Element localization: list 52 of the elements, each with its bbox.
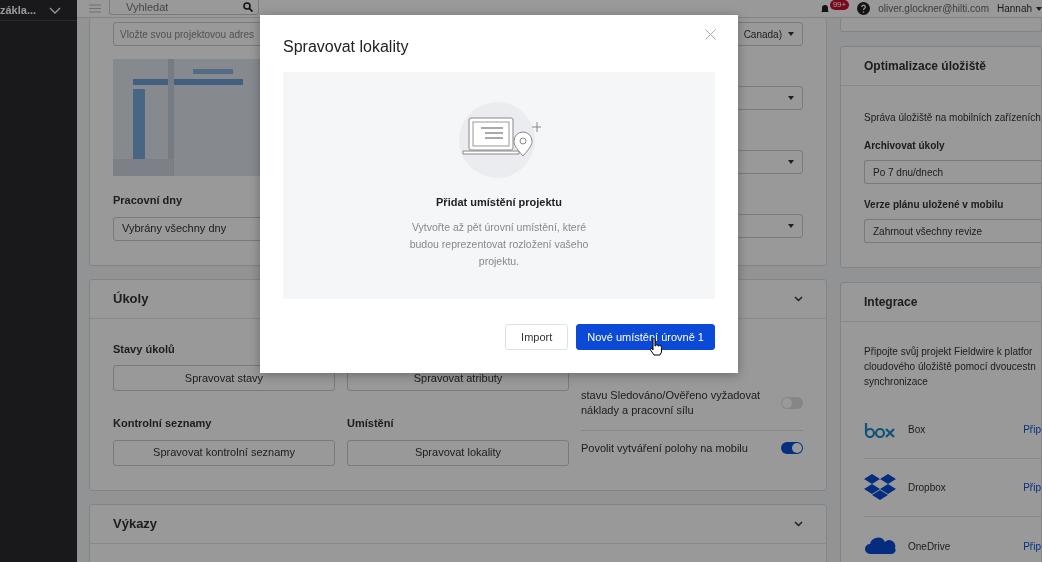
caret-icon[interactable] bbox=[788, 96, 794, 100]
project-name[interactable]: zákla... bbox=[0, 1, 37, 19]
bell-icon[interactable] bbox=[819, 3, 830, 14]
dialog-title: Spravovat lokality bbox=[283, 37, 409, 57]
integration-name: Dropbox bbox=[908, 481, 946, 495]
toggle-label: stavu Sledováno/Ověřeno vyžadovat náklady a pracovní sílu bbox=[581, 387, 762, 418]
integration-name: OneDrive bbox=[908, 539, 951, 554]
field-label: Pracovní dny bbox=[113, 193, 183, 208]
toggle-switch[interactable] bbox=[781, 442, 803, 454]
empty-state-text: Vytvořte až pět úrovní umístění, které budou reprezentovat rozložení vašeho projektu. bbox=[408, 219, 590, 269]
connect-link[interactable]: Přip bbox=[1023, 480, 1041, 495]
integrations-description: Připojte svůj projekt Fieldwire k platfor cloudového úložiště pomocí dvoucestn synchronizace bbox=[864, 345, 1037, 389]
select-value: Zahrnout všechny revize bbox=[873, 224, 982, 239]
user-name[interactable]: Hannah bbox=[996, 1, 1032, 16]
dropbox-logo-icon bbox=[864, 474, 896, 501]
empty-state-title: Přidat umístění projektu bbox=[436, 195, 562, 211]
card-title: Integrace bbox=[864, 294, 918, 311]
cloud-logo-icon bbox=[864, 537, 896, 555]
caret-icon[interactable] bbox=[788, 224, 794, 228]
search-icon[interactable] bbox=[243, 1, 253, 12]
section-label: Kontrolní seznamy bbox=[113, 416, 213, 431]
notification-badge: 99+ bbox=[829, 0, 850, 10]
manage-button[interactable]: Spravovat kontrolní seznamy bbox=[113, 439, 335, 466]
dropdown-select[interactable]: Po 7 dnu/dnech bbox=[864, 160, 1041, 184]
integration-name: Box bbox=[908, 423, 926, 437]
card-title: Optimalizace úložiště bbox=[864, 58, 987, 75]
manage-button[interactable]: Spravovat stavy bbox=[113, 365, 335, 391]
help-icon[interactable] bbox=[857, 2, 871, 15]
box-logo-icon bbox=[864, 421, 896, 438]
chevron-down-icon[interactable] bbox=[794, 295, 803, 302]
storage-description: Správa úložiště na mobilních zařízeních bbox=[864, 111, 1041, 125]
import-button[interactable]: Import bbox=[505, 324, 569, 350]
field-label: Archivovat úkoly bbox=[864, 139, 946, 153]
dropdown-select[interactable]: Zahrnout všechny revize bbox=[864, 219, 1041, 243]
select-value: Po 7 dnu/dnech bbox=[873, 165, 944, 180]
caret-icon[interactable] bbox=[1036, 6, 1042, 11]
search-field[interactable]: Vyhledat bbox=[109, 0, 259, 16]
user-email: oliver.glockner@hilti.com bbox=[878, 2, 989, 16]
chevron-down-icon[interactable] bbox=[794, 520, 803, 527]
select-value: Canada) bbox=[743, 27, 782, 42]
card-title: Úkoly bbox=[113, 289, 149, 308]
section-label: Stavy úkolů bbox=[113, 341, 176, 357]
toggle-label: Povolit vytváření polohy na mobilu bbox=[581, 440, 748, 456]
caret-icon[interactable] bbox=[788, 160, 794, 164]
new-location-button[interactable]: Nové umístění úrovně 1 bbox=[576, 324, 715, 350]
manage-button[interactable]: Spravovat lokality bbox=[347, 439, 569, 466]
card-title: Výkazy bbox=[113, 514, 158, 533]
connect-link[interactable]: Přip bbox=[1023, 538, 1041, 554]
connect-link[interactable]: Přip bbox=[1023, 422, 1041, 437]
caret-icon[interactable] bbox=[788, 32, 794, 36]
field-label: Verze plánu uložené v mobilu bbox=[864, 198, 1005, 212]
section-label: Umístění bbox=[347, 416, 395, 431]
